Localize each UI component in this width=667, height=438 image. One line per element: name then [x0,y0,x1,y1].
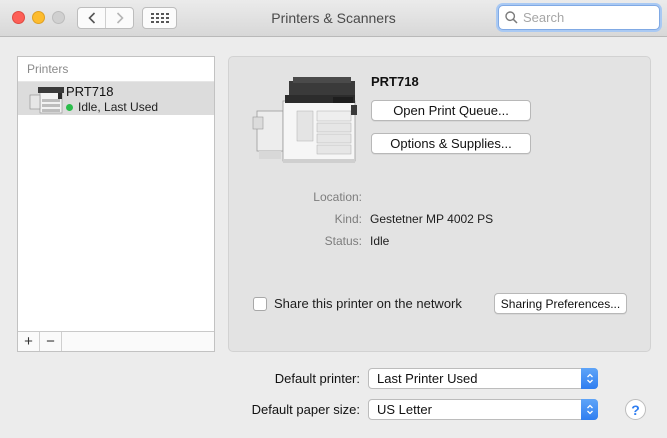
printers-list-header: Printers [18,57,214,82]
updown-chevron-icon [581,399,598,420]
printer-large-icon [252,77,357,163]
open-print-queue-button[interactable]: Open Print Queue... [371,100,531,121]
printer-status-text: Idle, Last Used [78,100,159,114]
search-field[interactable] [498,5,660,30]
status-dot-icon [66,103,73,111]
printer-name: PRT718 [66,84,114,99]
printer-detail-panel: PRT718 Open Print Queue... Options & Sup… [228,56,651,352]
status-label: Status: [324,234,362,248]
default-printer-select[interactable]: Last Printer Used [368,368,598,389]
default-paper-size-label: Default paper size: [251,402,360,417]
printer-status: Idle, Last Used [66,100,158,114]
updown-chevron-icon [581,368,598,389]
add-printer-button[interactable]: + [18,332,40,351]
default-printer-label: Default printer: [274,371,360,386]
sharing-preferences-button[interactable]: Sharing Preferences... [494,293,627,314]
share-printer-row: Share this printer on the network [253,296,462,311]
default-paper-size-value: US Letter [377,402,432,417]
title-bar: Printers & Scanners [0,0,667,37]
search-input[interactable] [523,10,651,25]
location-label: Location: [313,190,362,204]
status-value: Idle [370,234,390,248]
kind-label: Kind: [334,212,362,226]
printers-list: Printers PRT718 Idle, Last Used + − [17,56,215,352]
default-printer-value: Last Printer Used [377,371,478,386]
options-supplies-button[interactable]: Options & Supplies... [371,133,531,154]
share-printer-label[interactable]: Share this printer on the network [274,296,462,311]
printer-list-item[interactable]: PRT718 Idle, Last Used [18,82,214,115]
remove-printer-button[interactable]: − [40,332,62,351]
share-printer-checkbox[interactable] [253,296,267,311]
default-paper-size-select[interactable]: US Letter [368,399,598,420]
printer-title: PRT718 [371,74,419,89]
list-footer: + − [18,331,214,351]
kind-value: Gestetner MP 4002 PS [370,212,494,226]
search-icon [505,11,518,24]
help-button[interactable]: ? [625,399,646,420]
